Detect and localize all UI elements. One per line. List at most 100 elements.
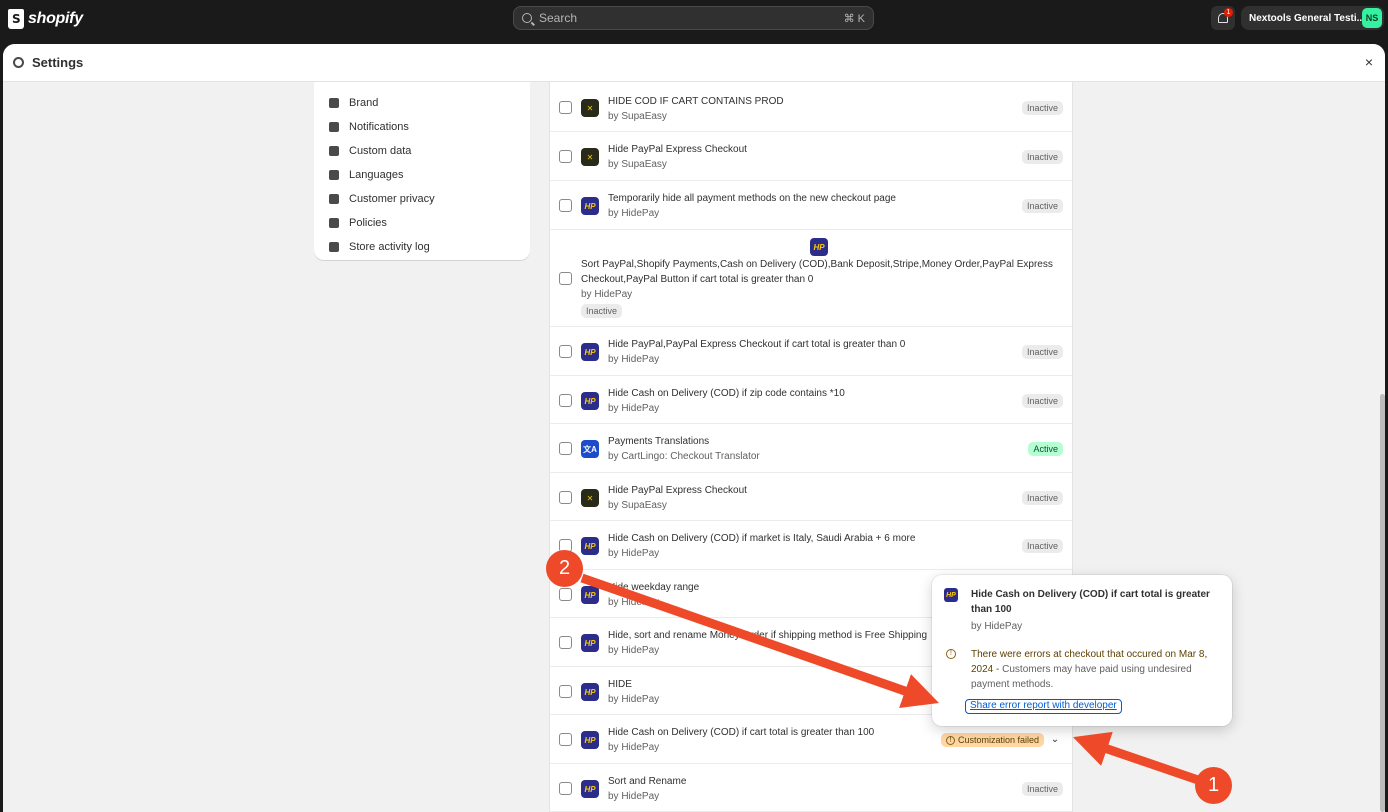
row-app: by HidePay [608, 354, 660, 365]
hidepay-app-icon: HP [944, 588, 958, 602]
search-icon [522, 13, 532, 23]
list-item[interactable]: ✕ Hide PayPal Express Checkout by SupaEa… [550, 473, 1072, 521]
row-title: HIDE COD IF CART CONTAINS PROD [608, 96, 784, 107]
lock-icon [329, 194, 339, 204]
store-name: Nextools General Testi... [1249, 12, 1362, 24]
customization-failed-badge[interactable]: ! Customization failed [940, 733, 1044, 747]
notifications-button[interactable]: 1 [1211, 6, 1235, 30]
row-title: Hide Cash on Delivery (COD) if zip code … [608, 388, 845, 399]
brand-icon [329, 98, 339, 108]
list-item[interactable]: HP Hide Cash on Delivery (COD) if market… [550, 521, 1072, 570]
supaeasy-app-icon: ✕ [581, 148, 599, 166]
row-checkbox[interactable] [559, 733, 572, 746]
status-badge: Inactive [1021, 394, 1063, 408]
sidebar-item-label: Custom data [349, 145, 412, 157]
annotation-marker-2: 2 [546, 550, 583, 587]
share-error-report-link[interactable]: Share error report with developer [965, 699, 1122, 714]
row-checkbox[interactable] [559, 101, 572, 114]
status-badge-label: Customization failed [957, 735, 1039, 745]
chevron-down-icon[interactable]: ⌄ [1050, 735, 1060, 745]
row-app: by HidePay [608, 548, 660, 559]
list-item[interactable]: HP Sort and Rename by HidePay Inactive [550, 764, 1072, 812]
scrollbar-thumb[interactable] [1380, 394, 1385, 812]
hidepay-app-icon: HP [581, 343, 599, 361]
row-app: by HidePay [608, 694, 660, 705]
list-item[interactable]: HP Sort PayPal,Shopify Payments,Cash on … [550, 230, 1072, 327]
row-checkbox[interactable] [559, 394, 572, 407]
error-popover: HP Hide Cash on Delivery (COD) if cart t… [932, 575, 1232, 726]
sidebar-item-label: Policies [349, 217, 387, 229]
status-badge: Inactive [1021, 150, 1063, 164]
row-title: HIDE [608, 679, 632, 690]
sidebar-item-policies[interactable]: Policies [314, 211, 530, 235]
row-app: by HidePay [581, 289, 633, 300]
store-menu-button[interactable]: Nextools General Testi... NS [1241, 6, 1384, 30]
row-checkbox[interactable] [559, 685, 572, 698]
row-app: by CartLingo: Checkout Translator [608, 451, 760, 462]
status-badge: Active [1028, 442, 1063, 456]
row-app: by HidePay [608, 403, 660, 414]
row-title: Payments Translations [608, 436, 710, 447]
row-app: by HidePay [608, 742, 660, 753]
shopify-bag-icon [8, 9, 24, 29]
row-checkbox[interactable] [559, 491, 572, 504]
shopify-logo[interactable]: shopify [8, 9, 83, 29]
list-item[interactable]: HP Hide PayPal,PayPal Express Checkout i… [550, 327, 1072, 376]
row-checkbox[interactable] [559, 199, 572, 212]
row-checkbox[interactable] [559, 588, 572, 601]
warning-icon: ! [945, 735, 955, 745]
sidebar-item-languages[interactable]: Languages [314, 163, 530, 187]
list-item[interactable]: 文A Payments Translations by CartLingo: C… [550, 424, 1072, 473]
sidebar-item-customer-privacy[interactable]: Customer privacy [314, 187, 530, 211]
row-title: Hide PayPal Express Checkout [608, 485, 747, 496]
gear-icon [13, 57, 24, 68]
cartlingo-app-icon: 文A [581, 440, 599, 458]
search-input[interactable]: Search ⌘ K [513, 6, 874, 30]
row-title-line-1: Sort PayPal,Shopify Payments,Cash on Del… [581, 259, 1053, 270]
list-item[interactable]: HP Temporarily hide all payment methods … [550, 181, 1072, 230]
row-app: by HidePay [608, 791, 660, 802]
row-title: Hide Cash on Delivery (COD) if market is… [608, 533, 916, 544]
status-badge: Inactive [1021, 539, 1063, 553]
row-title: Hide, sort and rename Money Order if shi… [608, 630, 928, 641]
status-badge: Inactive [1021, 491, 1063, 505]
row-title: Hide weekday range [608, 582, 700, 593]
settings-sidebar: Brand Notifications Custom data Language… [314, 82, 530, 260]
status-badge: Inactive [1021, 345, 1063, 359]
sidebar-item-brand[interactable]: Brand [314, 91, 530, 115]
row-app: by HidePay [608, 597, 660, 608]
list-item[interactable]: ✕ Hide PayPal Express Checkout by SupaEa… [550, 132, 1072, 181]
sidebar-item-label: Customer privacy [349, 193, 435, 205]
status-badge: Inactive [1021, 199, 1063, 213]
modal-header: Settings × [3, 44, 1385, 82]
notification-count-badge: 1 [1224, 8, 1233, 17]
row-checkbox[interactable] [559, 782, 572, 795]
row-title: Hide PayPal Express Checkout [608, 144, 747, 155]
supaeasy-app-icon: ✕ [581, 489, 599, 507]
row-checkbox[interactable] [559, 636, 572, 649]
scrollbar[interactable] [1380, 82, 1385, 812]
row-checkbox[interactable] [559, 442, 572, 455]
hidepay-app-icon: HP [581, 634, 599, 652]
hidepay-app-icon: HP [581, 731, 599, 749]
row-checkbox[interactable] [559, 150, 572, 163]
close-button[interactable]: × [1361, 54, 1377, 70]
warning-icon: ! [946, 649, 956, 659]
row-title-line-2: Checkout,PayPal Button if cart total is … [581, 274, 814, 285]
hidepay-app-icon: HP [581, 537, 599, 555]
list-item[interactable]: HP Hide Cash on Delivery (COD) if zip co… [550, 376, 1072, 424]
language-icon [329, 170, 339, 180]
hidepay-app-icon: HP [581, 392, 599, 410]
popover-warning-message: There were errors at checkout that occur… [971, 647, 1223, 692]
row-checkbox[interactable] [559, 345, 572, 358]
hidepay-app-icon: HP [581, 197, 599, 215]
sidebar-item-store-activity-log[interactable]: Store activity log [314, 235, 530, 259]
row-checkbox[interactable] [559, 272, 572, 285]
row-app: by HidePay [608, 208, 660, 219]
sidebar-item-notifications[interactable]: Notifications [314, 115, 530, 139]
hidepay-app-icon: HP [581, 780, 599, 798]
row-app: by SupaEasy [608, 111, 667, 122]
sidebar-item-custom-data[interactable]: Custom data [314, 139, 530, 163]
list-item[interactable]: ✕ HIDE COD IF CART CONTAINS PROD by Supa… [550, 82, 1072, 132]
supaeasy-app-icon: ✕ [581, 99, 599, 117]
